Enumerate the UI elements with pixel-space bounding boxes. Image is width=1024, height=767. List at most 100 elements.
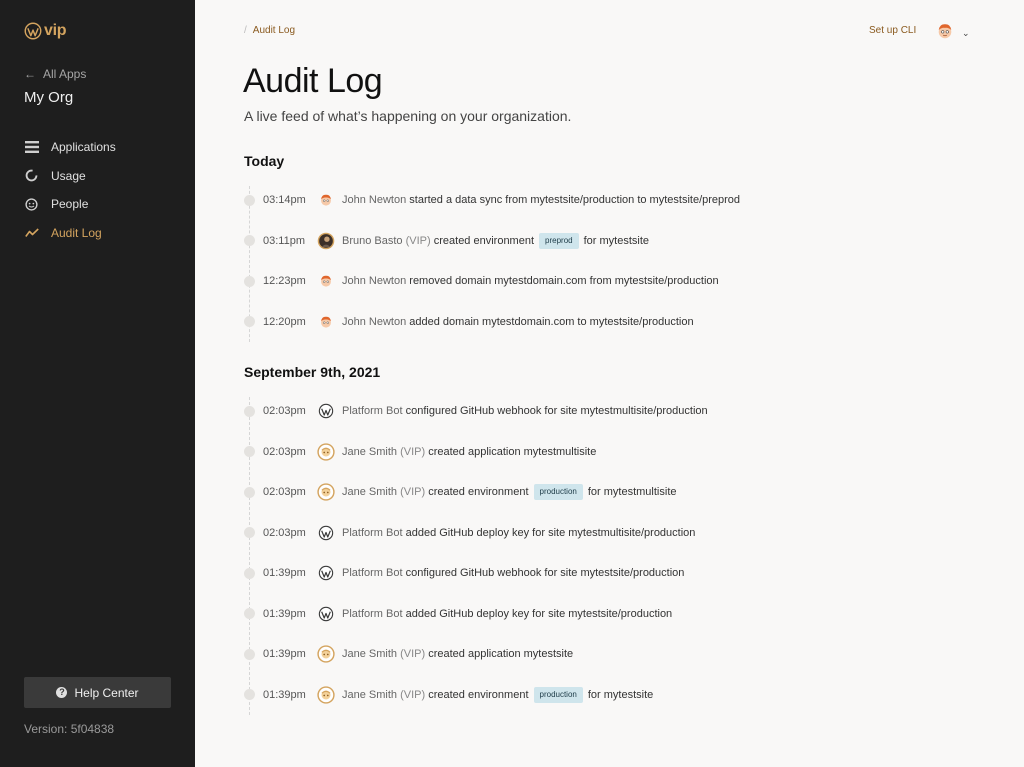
timeline-dot xyxy=(244,608,255,620)
usage-ring-icon xyxy=(24,168,39,183)
version-label: Version: 5f04838 xyxy=(24,722,115,736)
event-action: created environment xyxy=(428,486,529,499)
org-name: My Org xyxy=(24,89,74,106)
event-actor: John Newton xyxy=(342,194,407,207)
event-description: John Newton started a data sync from myt… xyxy=(342,194,740,206)
event-description: John Newton removed domain mytestdomain.… xyxy=(342,275,719,287)
event-description: Platform Bot added GitHub deploy key for… xyxy=(342,527,695,539)
page-title: Audit Log xyxy=(243,62,383,100)
people-icon xyxy=(24,197,39,212)
event-action: added GitHub deploy key for site mytests… xyxy=(405,607,673,620)
event-actor: Platform Bot xyxy=(342,526,403,539)
timeline-dot xyxy=(244,689,255,701)
event-description: Platform Bot added GitHub deploy key for… xyxy=(342,608,672,620)
sidebar-item-audit-log[interactable]: Audit Log xyxy=(24,219,116,248)
list-icon xyxy=(24,140,39,155)
setup-cli-link[interactable]: Set up CLI xyxy=(869,25,916,36)
wordpress-logo-icon xyxy=(317,524,335,542)
wordpress-logo-icon xyxy=(24,22,42,40)
event-time: 02:03pm xyxy=(263,405,306,418)
event-action: added GitHub deploy key for site mytestm… xyxy=(405,526,696,539)
avatar xyxy=(317,483,335,501)
event-time: 01:39pm xyxy=(263,607,306,620)
timeline-dot xyxy=(244,648,255,660)
event-description: Platform Bot configured GitHub webhook f… xyxy=(342,405,708,417)
environment-badge: production xyxy=(533,686,583,703)
event-target: for mytestmultisite xyxy=(587,486,677,499)
event-actor: Jane Smith xyxy=(342,648,398,661)
environment-badge: production xyxy=(533,484,583,501)
event-description: Jane Smith (VIP) created application myt… xyxy=(342,446,596,458)
event-time: 01:39pm xyxy=(263,567,306,580)
timeline-dot xyxy=(244,446,255,458)
sidebar-item-label: Audit Log xyxy=(51,225,102,240)
event-time: 02:03pm xyxy=(263,445,306,458)
breadcrumb-item-audit-log[interactable]: Audit Log xyxy=(253,25,295,36)
all-apps-link[interactable]: ← All Apps xyxy=(24,67,86,81)
avatar xyxy=(317,232,335,250)
timeline-dot xyxy=(244,194,255,206)
event-time: 01:39pm xyxy=(263,688,306,701)
event-actor: John Newton xyxy=(342,315,407,328)
sidebar-item-people[interactable]: People xyxy=(24,190,116,219)
event-description: Platform Bot configured GitHub webhook f… xyxy=(342,567,684,579)
vip-logo[interactable]: vip xyxy=(24,22,67,40)
sidebar: vip ← All Apps My Org Applications Usage… xyxy=(0,0,195,767)
event-description: Bruno Basto (VIP) created environment pre… xyxy=(342,232,649,249)
event-action: created environment xyxy=(428,688,529,701)
event-description: Jane Smith (VIP) created environment prod… xyxy=(342,686,653,703)
event-actor: Platform Bot xyxy=(342,405,403,418)
event-time: 12:23pm xyxy=(263,275,306,288)
avatar xyxy=(317,686,335,704)
event-action: configured GitHub webhook for site mytes… xyxy=(405,405,708,418)
timeline-dot xyxy=(244,527,255,539)
chevron-down-icon: ⌄ xyxy=(962,28,970,38)
breadcrumb-separator: / xyxy=(244,25,247,36)
sidebar-item-label: People xyxy=(51,197,89,212)
activity-icon xyxy=(24,225,39,240)
event-description: John Newton added domain mytestdomain.co… xyxy=(342,316,694,328)
vip-tag: (VIP) xyxy=(400,648,426,661)
avatar xyxy=(317,645,335,663)
avatar xyxy=(936,22,954,45)
timeline-dot xyxy=(244,486,255,498)
wordpress-logo-icon xyxy=(317,402,335,420)
wordpress-logo-icon xyxy=(317,605,335,623)
page-subtitle: A live feed of what’s happening on your … xyxy=(244,108,572,124)
sidebar-item-applications[interactable]: Applications xyxy=(24,133,116,162)
question-icon: ? xyxy=(56,687,68,698)
event-time: 02:03pm xyxy=(263,486,306,499)
timeline-dot xyxy=(244,316,255,328)
help-center-label: Help Center xyxy=(74,685,139,700)
event-action: removed domain mytestdomain.com from myt… xyxy=(409,275,719,288)
vip-tag: (VIP) xyxy=(405,234,431,247)
sidebar-item-label: Applications xyxy=(51,140,116,155)
avatar xyxy=(317,272,335,290)
arrow-left-icon: ← xyxy=(24,67,36,81)
timeline-dot xyxy=(244,405,255,417)
event-action: created environment xyxy=(433,234,535,247)
timeline-line xyxy=(249,397,250,715)
breadcrumb: / Audit Log xyxy=(244,25,295,36)
vip-tag: (VIP) xyxy=(400,688,426,701)
sidebar-nav: Applications Usage People Audit Log xyxy=(24,133,116,247)
timeline-dot xyxy=(244,275,255,287)
sidebar-item-label: Usage xyxy=(51,168,86,183)
section-title-today: Today xyxy=(244,153,285,169)
help-center-button[interactable]: ? Help Center xyxy=(24,677,171,708)
event-actor: Jane Smith xyxy=(342,486,398,499)
event-description: Jane Smith (VIP) created application myt… xyxy=(342,648,573,660)
event-action: started a data sync from mytestsite/prod… xyxy=(409,194,741,207)
event-time: 01:39pm xyxy=(263,648,306,661)
avatar xyxy=(317,443,335,461)
event-action: configured GitHub webhook for site mytes… xyxy=(405,567,685,580)
wordpress-logo-icon xyxy=(317,564,335,582)
event-target: for mytestsite xyxy=(583,234,649,247)
sidebar-item-usage[interactable]: Usage xyxy=(24,162,116,191)
event-time: 02:03pm xyxy=(263,526,306,539)
event-actor: Jane Smith xyxy=(342,445,398,458)
event-time: 12:20pm xyxy=(263,315,306,328)
avatar xyxy=(317,313,335,331)
user-menu[interactable]: ⌄ xyxy=(936,22,970,45)
avatar xyxy=(317,191,335,209)
